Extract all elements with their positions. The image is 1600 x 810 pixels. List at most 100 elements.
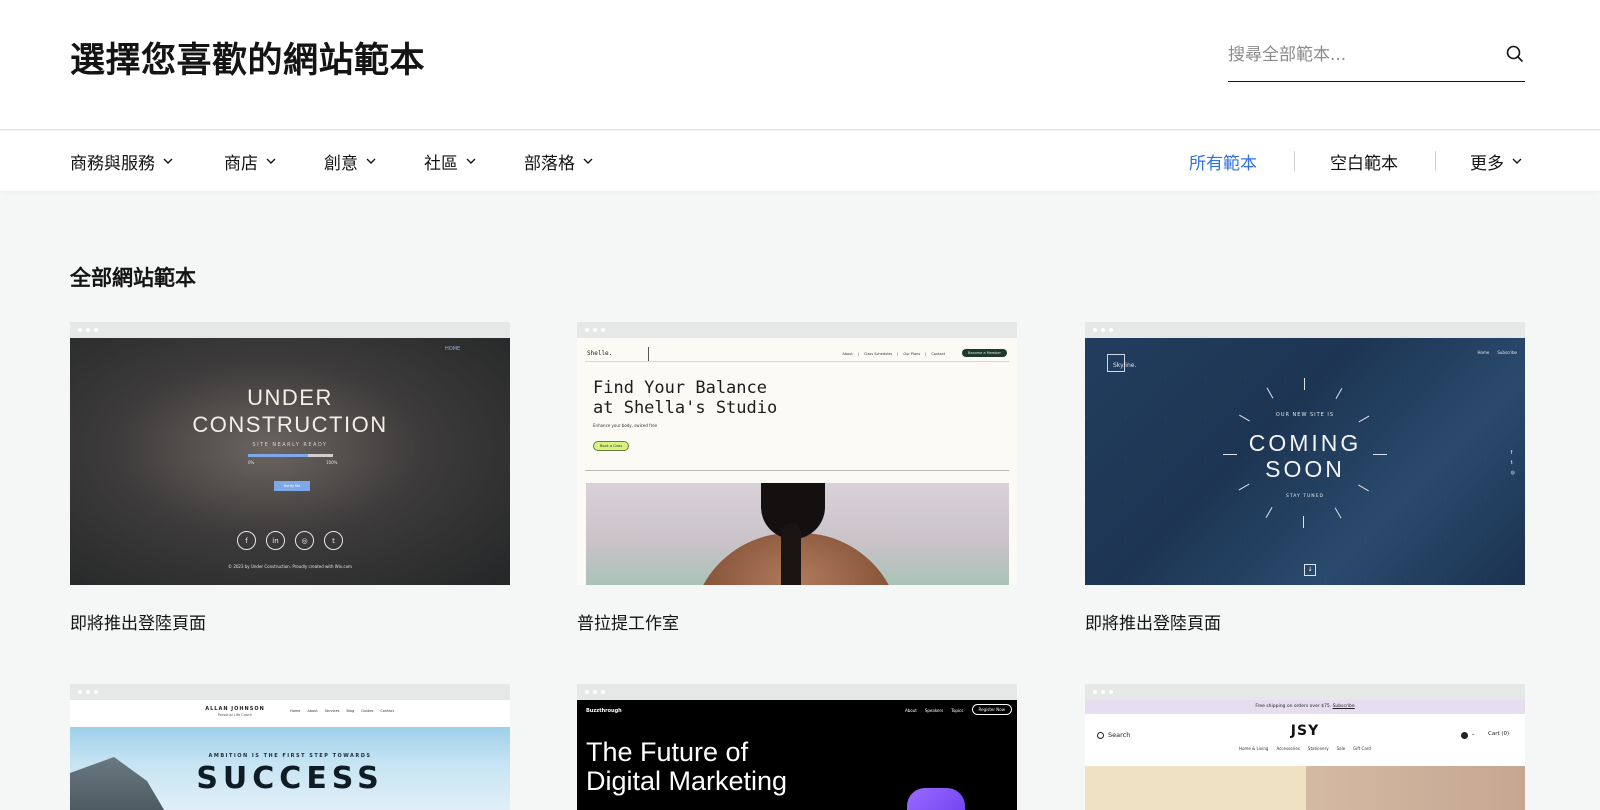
preview-brand: JSY xyxy=(1290,723,1320,739)
template-preview[interactable]: ALLAN JOHNSON Personal Life Coach Home A… xyxy=(70,700,510,810)
preview-subtitle: Enhance your body, swiced free xyxy=(593,423,658,428)
ring-tick xyxy=(1334,507,1342,519)
browser-bar xyxy=(70,684,510,700)
preview-links: Home Subscribe xyxy=(1477,350,1517,355)
nav-blank-templates[interactable]: 空白範本 xyxy=(1330,149,1398,174)
nav-community[interactable]: 社區 xyxy=(424,149,476,174)
nav-label: 部落格 xyxy=(524,154,575,174)
template-preview[interactable]: HOME UNDER CONSTRUCTION SITE NEARLY READ… xyxy=(70,338,510,585)
card-title[interactable]: 即將推出登陸頁面 xyxy=(70,609,510,634)
linkedin-icon: in xyxy=(266,531,285,550)
preview-photo xyxy=(586,483,1009,585)
facebook-icon: f xyxy=(237,531,256,550)
ring-tick xyxy=(1266,387,1274,399)
preview-subtitle: SITE NEARLY READY xyxy=(252,442,328,448)
nav-more[interactable]: 更多 xyxy=(1470,149,1522,174)
chevron-down-icon xyxy=(163,158,173,164)
twitter-icon: t xyxy=(1510,460,1513,466)
preview-brand: Shelle. xyxy=(587,350,613,357)
social-icons: f in ◎ t xyxy=(237,531,343,550)
template-card[interactable]: Skyline. Home Subscribe OUR NEW SITE IS … xyxy=(1085,322,1525,634)
facebook-icon: f xyxy=(1510,450,1513,456)
category-nav: 商務與服務 商店 創意 社區 部落格 所有範本 空白範本 更多 xyxy=(0,131,1600,191)
chevron-down-icon xyxy=(1512,158,1522,164)
ring-tick xyxy=(1335,388,1343,399)
ring-tick xyxy=(1265,507,1273,518)
preview-cart: Cart (0) xyxy=(1488,731,1510,737)
template-preview[interactable]: Skyline. Home Subscribe OUR NEW SITE IS … xyxy=(1085,338,1525,585)
chevron-down-icon xyxy=(366,158,376,164)
chevron-down-icon xyxy=(583,158,593,164)
nav-business-services[interactable]: 商務與服務 xyxy=(70,149,173,174)
browser-bar xyxy=(577,322,1017,338)
preview-photo xyxy=(1306,766,1525,810)
browser-bar xyxy=(1085,322,1525,338)
progress-end-label: 100% xyxy=(326,460,338,465)
progress-start-label: 0% xyxy=(248,460,255,465)
preview-nav: Shelle. About | Class Schedules | Our Plan… xyxy=(585,346,1009,362)
ring-tick xyxy=(1304,378,1305,390)
ring-tick xyxy=(1238,483,1250,491)
nav-label: 商務與服務 xyxy=(70,154,155,174)
card-title[interactable]: 即將推出登陸頁面 xyxy=(1085,609,1525,634)
template-card[interactable]: Buzzthrough About Speakers Topics Regist… xyxy=(577,684,1017,810)
preview-heading: The Future of Digital Marketing xyxy=(586,737,788,796)
template-preview[interactable]: Free shipping on orders over $75. Subscr… xyxy=(1085,700,1525,810)
preview-heading: Find Your Balance at Shella's Studio xyxy=(593,378,778,418)
preview-links: About Speakers Topics xyxy=(905,708,964,713)
template-card[interactable]: Shelle. About | Class Schedules | Our Plan… xyxy=(577,322,1017,634)
nav-label: 創意 xyxy=(324,154,358,174)
progress-bar xyxy=(248,454,333,457)
nav-blog[interactable]: 部落格 xyxy=(524,149,593,174)
preview-button: Book a Class xyxy=(593,441,630,451)
template-card[interactable]: HOME UNDER CONSTRUCTION SITE NEARLY READ… xyxy=(70,322,510,634)
search-input[interactable] xyxy=(1228,40,1488,70)
instagram-icon: ◎ xyxy=(1510,470,1515,476)
preview-eyebrow: OUR NEW SITE IS xyxy=(1275,412,1335,418)
template-preview[interactable]: Buzzthrough About Speakers Topics Regist… xyxy=(577,700,1017,810)
chevron-down-icon xyxy=(266,158,276,164)
instagram-icon: ◎ xyxy=(295,531,314,550)
nav-label: 商店 xyxy=(224,154,258,174)
account-icon xyxy=(1461,732,1468,739)
preview-eyebrow: AMBITION IS THE FIRST STEP TOWARDS xyxy=(208,753,372,759)
preview-cta: Register Now xyxy=(971,704,1012,715)
preview-promo-bar: Free shipping on orders over $75. Subscr… xyxy=(1085,700,1525,714)
ring-tick xyxy=(1303,516,1304,528)
nav-all-templates[interactable]: 所有範本 xyxy=(1189,149,1257,174)
header: 選擇您喜歡的網站範本 xyxy=(0,0,1600,130)
notify-button: Notify Me xyxy=(274,481,310,491)
preview-links: About | Class Schedules | Our Plans | Conta… xyxy=(842,352,945,356)
search-box[interactable] xyxy=(1228,34,1525,82)
ring-tick xyxy=(1358,484,1369,492)
preview-footer: © 2023 by Under Construction. Proudly cr… xyxy=(228,564,352,569)
search-icon[interactable] xyxy=(1505,44,1525,64)
browser-bar xyxy=(1085,684,1525,700)
nav-divider xyxy=(1435,151,1436,171)
chevron-down-icon xyxy=(466,158,476,164)
preview-graphic xyxy=(907,788,965,810)
preview-photo xyxy=(1085,766,1306,810)
browser-bar xyxy=(70,322,510,338)
card-title[interactable]: 普拉提工作室 xyxy=(577,609,1017,634)
nav-label: 更多 xyxy=(1470,154,1504,174)
nav-creative[interactable]: 創意 xyxy=(324,149,376,174)
preview-categories: Home & Living Accessories Stationery Sal… xyxy=(1239,746,1371,751)
preview-subtitle: STAY TUNED xyxy=(1286,494,1324,499)
preview-social-icons: f t ◎ xyxy=(1511,450,1515,476)
template-preview[interactable]: Shelle. About | Class Schedules | Our Plan… xyxy=(577,338,1017,585)
preview-nav-link: HOME xyxy=(445,346,461,352)
nav-label: 所有範本 xyxy=(1189,154,1257,174)
chevron-down-icon: ⌄ xyxy=(1471,731,1476,737)
preview-brand: Buzzthrough xyxy=(586,708,622,714)
twitter-icon: t xyxy=(324,531,343,550)
scroll-down-icon: ↓ xyxy=(1304,564,1316,576)
browser-bar xyxy=(577,684,1017,700)
template-card[interactable]: Free shipping on orders over $75. Subscr… xyxy=(1085,684,1525,810)
nav-store[interactable]: 商店 xyxy=(224,149,276,174)
page-title: 選擇您喜歡的網站範本 xyxy=(70,41,426,81)
template-card[interactable]: ALLAN JOHNSON Personal Life Coach Home A… xyxy=(70,684,510,810)
preview-links: Home About Services Blog Guides Contact xyxy=(290,709,394,713)
nav-label: 空白範本 xyxy=(1330,154,1398,174)
preview-cta: Become a Member xyxy=(962,349,1007,357)
